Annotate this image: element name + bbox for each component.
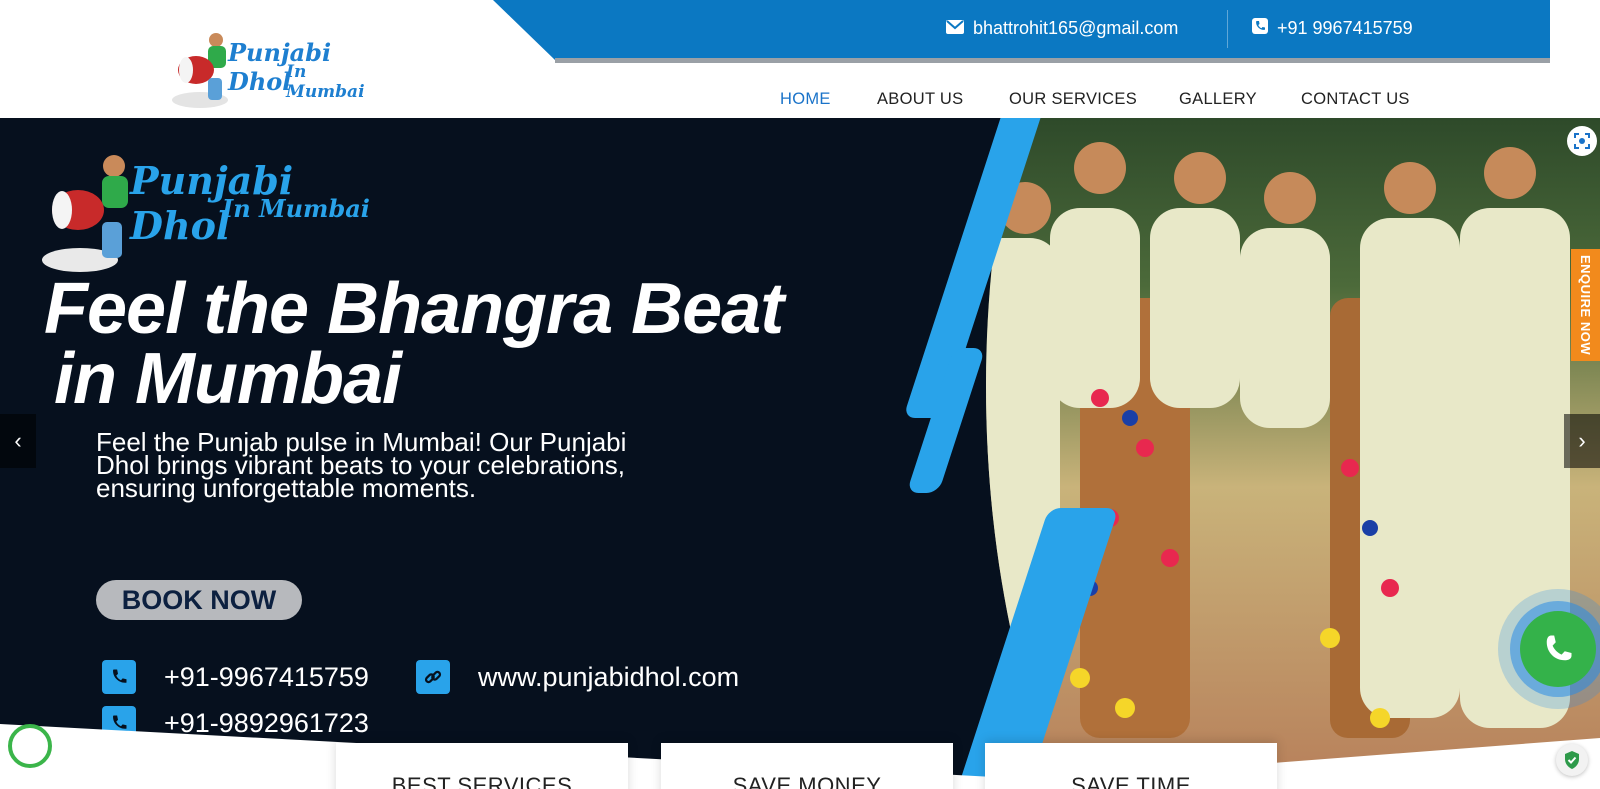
feature-title: SAVE TIME: [1071, 773, 1191, 789]
whatsapp-float-button[interactable]: [8, 724, 52, 768]
hero-logo-subtitle: In Mumbai: [222, 194, 370, 223]
security-badge[interactable]: [1556, 744, 1588, 776]
hero-headline-line1: Feel the Bhangra Beat: [44, 269, 784, 349]
topbar-divider: [1227, 10, 1228, 48]
hero-phone2-text: +91-9892961723: [164, 707, 369, 738]
topbar-shadow: [555, 58, 1550, 63]
lens-scan-button[interactable]: [1567, 126, 1597, 156]
hero-logo: Punjabi Dhol In Mumbai: [40, 138, 380, 278]
phone-icon: [102, 660, 136, 694]
site-header: bhattrohit165@gmail.com +91 9967415759 P…: [0, 0, 1600, 118]
feature-card-best-services: BEST SERVICES: [336, 743, 628, 789]
chevron-right-icon: ›: [1578, 428, 1586, 453]
nav-gallery[interactable]: GALLERY: [1179, 90, 1257, 109]
header-email-link[interactable]: bhattrohit165@gmail.com: [946, 18, 1178, 39]
phone-icon: [1546, 635, 1572, 661]
header-phone-link[interactable]: +91 9967415759: [1252, 18, 1413, 39]
slider-next-button[interactable]: ›: [1564, 414, 1600, 468]
shield-icon: [1565, 751, 1579, 769]
hero-website-link[interactable]: www.punjabidhol.com: [416, 660, 739, 694]
nav-our-services[interactable]: OUR SERVICES: [1009, 90, 1137, 109]
hero-phone1-text: +91-9967415759: [164, 661, 369, 692]
site-logo[interactable]: Punjabi Dhol In Mumbai: [170, 28, 390, 112]
chevron-left-icon: ‹: [14, 428, 22, 453]
nav-contact-us[interactable]: CONTACT US: [1301, 90, 1410, 109]
feature-card-save-money: SAVE MONEY: [661, 743, 953, 789]
enquire-now-tab[interactable]: ENQUIRE NOW: [1571, 249, 1600, 361]
logo-subtitle: In Mumbai: [286, 62, 365, 102]
feature-title: BEST SERVICES: [391, 773, 573, 789]
hero-headline: Feel the Bhangra Beat in Mumbai: [44, 273, 784, 419]
envelope-icon: [946, 18, 964, 39]
header-phone-text: +91 9967415759: [1277, 18, 1413, 38]
hero-slider: Punjabi Dhol In Mumbai Feel the Bhangra …: [0, 118, 1600, 789]
hero-headline-line2: in Mumbai: [54, 339, 402, 419]
feature-card-save-time: SAVE TIME: [985, 743, 1277, 789]
nav-about-us[interactable]: ABOUT US: [877, 90, 963, 109]
hero-phone1-link[interactable]: +91-9967415759: [102, 660, 369, 694]
book-now-button[interactable]: BOOK NOW: [96, 580, 302, 620]
feature-title: SAVE MONEY: [732, 773, 882, 789]
hero-website-text: www.punjabidhol.com: [478, 661, 740, 692]
hero-subtext: Feel the Punjab pulse in Mumbai! Our Pun…: [96, 427, 627, 503]
nav-home[interactable]: HOME: [780, 90, 831, 109]
call-float-button[interactable]: [1520, 611, 1596, 687]
phone-icon: [1252, 18, 1268, 39]
link-icon: [416, 660, 450, 694]
header-email-text: bhattrohit165@gmail.com: [973, 18, 1179, 38]
slider-prev-button[interactable]: ‹: [0, 414, 36, 468]
scan-icon: [1574, 133, 1590, 149]
